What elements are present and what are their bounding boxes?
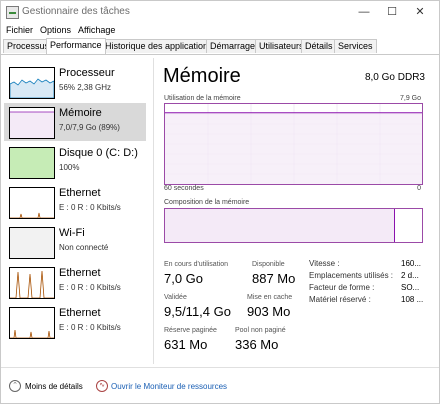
sidebar-item-name: Disque 0 (C: D:)	[59, 147, 138, 159]
memory-thumbnail-graph	[9, 107, 55, 139]
tab-historique[interactable]: Historique des applications	[101, 39, 217, 53]
minimize-button[interactable]: —	[351, 3, 377, 21]
tab-demarrage[interactable]: Démarrage	[206, 39, 260, 53]
time-axis-label: 60 secondes	[164, 185, 204, 192]
paged-pool-label: Réserve paginée	[164, 327, 217, 334]
tab-utilisateurs[interactable]: Utilisateurs	[255, 39, 308, 53]
tab-bar: Processus Performance Historique des app…	[1, 38, 439, 55]
title-bar: Gestionnaire des tâches — ☐ ✕	[1, 1, 439, 23]
sidebar-item-detail: E : 0 R : 0 Kbits/s	[59, 203, 121, 212]
composition-in-use-segment	[165, 209, 395, 242]
sidebar-item-wifi[interactable]: Wi-Fi Non connecté	[4, 223, 146, 261]
memory-usage-area	[165, 112, 422, 184]
sidebar-item-name: Ethernet	[59, 307, 101, 319]
slots-used-label: Emplacements utilisés :	[309, 271, 394, 280]
ethernet-thumb-line	[10, 329, 54, 338]
sidebar-item-name: Ethernet	[59, 187, 101, 199]
sidebar-item-ethernet-2[interactable]: Ethernet E : 0 R : 0 Kbits/s	[4, 263, 146, 301]
sidebar-item-memoire[interactable]: Mémoire 7,0/7,9 Go (89%)	[4, 103, 146, 141]
ethernet-thumb-line	[10, 212, 54, 218]
sidebar-item-name: Wi-Fi	[59, 227, 85, 239]
disk-thumb-area	[10, 148, 54, 178]
chevron-up-icon[interactable]: ⌃	[9, 380, 21, 392]
disk-thumbnail-graph	[9, 147, 55, 179]
sidebar-item-detail: E : 0 R : 0 Kbits/s	[59, 323, 121, 332]
ethernet-thumbnail-graph	[9, 187, 55, 219]
nonpaged-pool-label: Pool non paginé	[235, 327, 286, 334]
sidebar-item-detail: 56% 2,38 GHz	[59, 83, 112, 92]
memory-detail-panel: Mémoire 8,0 Go DDR3 Utilisation de la mé…	[153, 58, 438, 364]
close-button[interactable]: ✕	[407, 3, 433, 21]
wifi-thumb-area	[10, 228, 54, 258]
resource-monitor-link[interactable]: Ouvrir le Moniteur de ressources	[111, 382, 227, 391]
composition-label: Composition de la mémoire	[164, 199, 250, 206]
sidebar-item-disque[interactable]: Disque 0 (C: D:) 100%	[4, 143, 146, 181]
cached-label: Mise en cache	[247, 294, 293, 301]
committed-value: 9,5/11,4 Go	[164, 304, 231, 319]
resource-sidebar: Processeur 56% 2,38 GHz Mémoire 7,0/7,9 …	[1, 58, 149, 364]
wifi-thumbnail-graph	[9, 227, 55, 259]
available-value: 887 Mo	[252, 271, 296, 286]
in-use-value: 7,0 Go	[164, 271, 204, 286]
menu-options[interactable]: Options	[40, 25, 71, 35]
nonpaged-pool-value: 336 Mo	[235, 337, 279, 352]
cached-value: 903 Mo	[247, 304, 291, 319]
ethernet-thumbnail-graph	[9, 267, 55, 299]
available-label: Disponible	[252, 261, 285, 268]
cpu-thumbnail-graph	[9, 67, 55, 99]
usage-graph-label: Utilisation de la mémoire	[164, 95, 241, 102]
tab-performance[interactable]: Performance	[46, 38, 106, 54]
sidebar-item-name: Mémoire	[59, 107, 102, 119]
form-factor-value: SO...	[401, 283, 420, 292]
menu-affichage[interactable]: Affichage	[78, 25, 115, 35]
speed-value: 160...	[401, 259, 422, 268]
sidebar-item-processeur[interactable]: Processeur 56% 2,38 GHz	[4, 63, 146, 101]
cpu-thumb-area	[10, 78, 54, 98]
time-axis-zero: 0	[417, 185, 421, 192]
hardware-reserved-value: 108 ...	[401, 295, 424, 304]
committed-label: Validée	[164, 294, 187, 301]
window-title: Gestionnaire des tâches	[22, 6, 130, 17]
task-manager-icon	[6, 6, 19, 19]
page-title: Mémoire	[163, 65, 241, 87]
tab-details[interactable]: Détails	[301, 39, 337, 53]
tab-services[interactable]: Services	[334, 39, 377, 53]
in-use-label: En cours d'utilisation	[164, 261, 228, 268]
sidebar-item-ethernet-3[interactable]: Ethernet E : 0 R : 0 Kbits/s	[4, 303, 146, 341]
sidebar-item-name: Ethernet	[59, 267, 101, 279]
memory-composition-bar	[164, 208, 423, 243]
slots-used-value: 2 d...	[401, 271, 419, 280]
usage-graph-max: 7,9 Go	[399, 95, 421, 102]
sidebar-item-name: Processeur	[59, 67, 115, 79]
sidebar-item-ethernet-1[interactable]: Ethernet E : 0 R : 0 Kbits/s	[4, 183, 146, 221]
form-factor-label: Facteur de forme :	[309, 283, 375, 292]
hardware-reserved-label: Matériel réservé :	[309, 295, 371, 304]
paged-pool-value: 631 Mo	[164, 337, 208, 352]
menu-fichier[interactable]: Fichier	[6, 25, 33, 35]
less-details-link[interactable]: Moins de détails	[25, 382, 83, 391]
footer-bar: ⌃ Moins de détails ∿ Ouvrir le Moniteur …	[1, 367, 439, 404]
memory-capacity: 8,0 Go DDR3	[364, 72, 425, 83]
memory-usage-graph	[164, 103, 423, 185]
sidebar-item-detail: Non connecté	[59, 243, 109, 252]
resource-monitor-icon[interactable]: ∿	[96, 380, 108, 392]
menu-bar: Fichier Options Affichage	[1, 23, 439, 38]
speed-label: Vitesse :	[309, 259, 340, 268]
ethernet-thumb-line	[10, 270, 54, 298]
maximize-button[interactable]: ☐	[379, 3, 405, 21]
sidebar-item-detail: 7,0/7,9 Go (89%)	[59, 123, 120, 132]
ethernet-thumbnail-graph	[9, 307, 55, 339]
sidebar-item-detail: E : 0 R : 0 Kbits/s	[59, 283, 121, 292]
sidebar-item-detail: 100%	[59, 163, 80, 172]
task-manager-window: Gestionnaire des tâches — ☐ ✕ Fichier Op…	[0, 0, 440, 404]
memory-thumb-area	[10, 112, 54, 138]
